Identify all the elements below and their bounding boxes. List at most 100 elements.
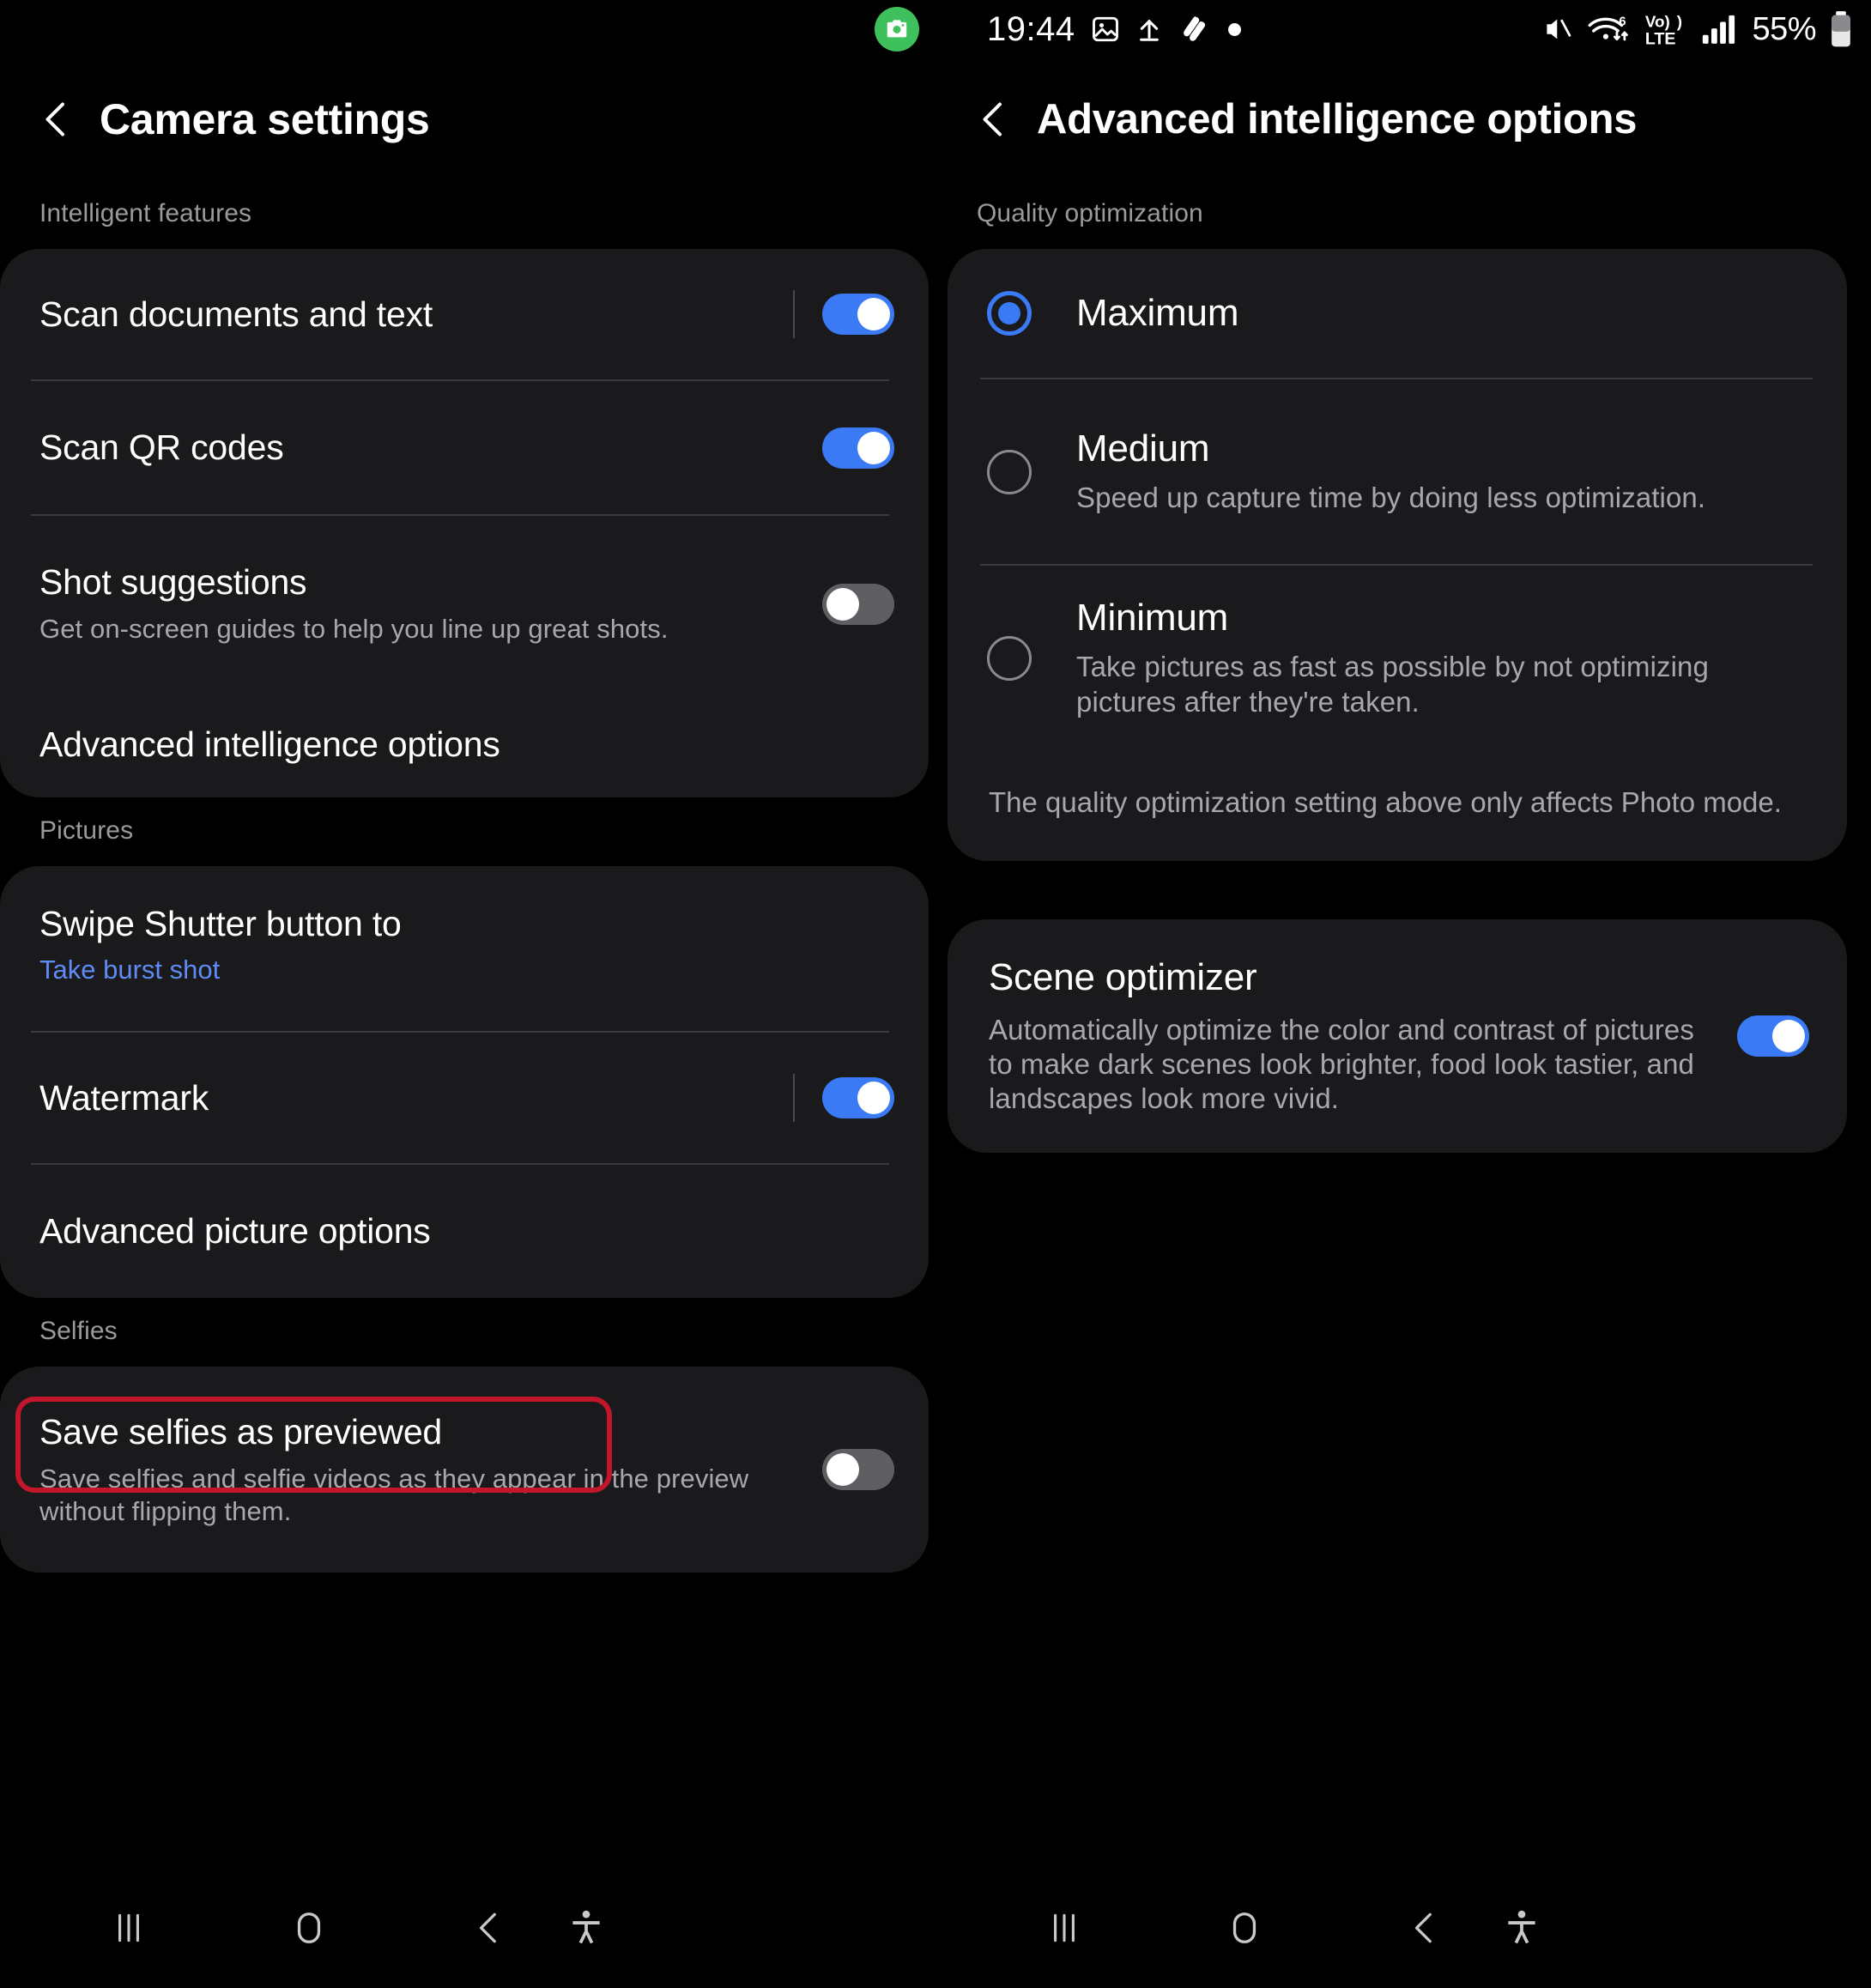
status-bar-right: 6 Vo) ) LTE 55%	[1541, 0, 1854, 58]
status-bar: 19:44 6 Vo)) LTE 55%	[0, 0, 1871, 58]
toggle-knob	[857, 298, 890, 330]
option-medium[interactable]: Medium Speed up capture time by doing le…	[948, 379, 1847, 564]
option-description: Take pictures as fast as possible by not…	[1076, 651, 1709, 718]
card-spacer	[936, 861, 1871, 919]
battery-icon	[1828, 10, 1854, 48]
row-scan-documents-and-text[interactable]: Scan documents and text	[0, 249, 929, 379]
toggle-scene-optimizer[interactable]	[1737, 1015, 1809, 1057]
option-minimum[interactable]: Minimum Take pictures as fast as possibl…	[948, 566, 1847, 750]
row-title: Save selfies as previewed	[39, 1411, 443, 1452]
right-app-bar: Advanced intelligence options	[936, 58, 1871, 180]
volte-line1: Vo)	[1645, 13, 1670, 31]
page-title: Camera settings	[100, 95, 430, 143]
svg-text:6: 6	[1620, 15, 1626, 28]
radio-minimum[interactable]	[987, 635, 1032, 681]
section-header-selfies: Selfies	[39, 1317, 118, 1345]
row-label-wrap: Advanced intelligence options	[39, 724, 894, 765]
row-value: Take burst shot	[39, 955, 221, 985]
radio-medium[interactable]	[987, 449, 1032, 494]
row-scan-qr-codes[interactable]: Scan QR codes	[0, 381, 929, 514]
row-shot-suggestions[interactable]: Shot suggestions Get on-screen guides to…	[0, 516, 929, 692]
back-chevron-icon[interactable]	[33, 95, 81, 143]
swirl-app-icon	[1178, 14, 1208, 45]
volte-line2: LTE	[1645, 29, 1676, 48]
row-label-wrap: Swipe Shutter button to Take burst shot	[39, 904, 894, 985]
image-icon	[1090, 14, 1121, 45]
left-app-bar: Camera settings	[0, 58, 936, 180]
row-label-wrap: Advanced picture options	[39, 1211, 894, 1252]
option-maximum[interactable]: Maximum	[948, 249, 1847, 378]
back-icon[interactable]	[468, 1906, 511, 1949]
row-label-wrap: Scene optimizer Automatically optimize t…	[989, 956, 1737, 1117]
toggle-shot-suggestions[interactable]	[822, 583, 894, 625]
row-title: Scan documents and text	[39, 294, 433, 334]
accessibility-icon[interactable]	[1500, 1906, 1543, 1949]
quality-optimization-footnote: The quality optimization setting above o…	[989, 786, 1782, 818]
left-panel-camera-settings: Camera settings Intelligent features Sca…	[0, 58, 936, 1868]
row-watermark[interactable]: Watermark	[0, 1033, 929, 1163]
back-chevron-icon[interactable]	[970, 95, 1018, 143]
row-subtitle: Automatically optimize the color and con…	[989, 1013, 1694, 1115]
toggle-knob	[827, 587, 859, 621]
row-advanced-picture-options[interactable]: Advanced picture options	[0, 1165, 929, 1298]
row-title: Shot suggestions	[39, 562, 307, 603]
section-header-pictures: Pictures	[39, 816, 134, 845]
toggle-watermark[interactable]	[822, 1077, 894, 1118]
row-title: Scan QR codes	[39, 427, 284, 467]
recents-icon[interactable]	[107, 1906, 150, 1949]
mute-icon	[1541, 14, 1575, 45]
home-icon[interactable]	[1223, 1906, 1266, 1949]
row-label-wrap: Medium Speed up capture time by doing le…	[1076, 427, 1813, 515]
home-icon[interactable]	[288, 1906, 330, 1949]
card-intelligent-features: Scan documents and text Scan QR codes Sh…	[0, 249, 929, 797]
radio-maximum[interactable]	[987, 291, 1032, 336]
volte-icon: Vo) ) LTE	[1644, 10, 1690, 48]
recents-icon[interactable]	[1043, 1906, 1086, 1949]
nav-bar-left	[0, 1868, 936, 1988]
row-scene-optimizer[interactable]: Scene optimizer Automatically optimize t…	[948, 919, 1847, 1153]
option-description: Speed up capture time by doing less opti…	[1076, 482, 1706, 514]
section-header-intelligent-features: Intelligent features	[39, 199, 252, 227]
toggle-knob	[827, 1453, 859, 1486]
battery-percent-label: 55%	[1752, 10, 1816, 47]
wifi6-icon: 6	[1587, 12, 1632, 46]
section-header-quality-optimization: Quality optimization	[977, 199, 1203, 227]
card-selfies: Save selfies as previewed Save selfies a…	[0, 1367, 929, 1573]
toggle-knob	[857, 431, 890, 464]
upload-icon	[1135, 14, 1163, 45]
back-icon[interactable]	[1403, 1906, 1446, 1949]
status-bar-left: 19:44	[987, 0, 1241, 58]
option-label: Medium	[1076, 427, 1210, 470]
row-title: Swipe Shutter button to	[39, 904, 402, 943]
card-quality-optimization: Maximum Medium Speed up capture time by …	[948, 249, 1847, 861]
toggle-save-selfies-as-previewed[interactable]	[822, 1449, 894, 1490]
navigation-bar	[0, 1868, 1871, 1988]
row-title: Scene optimizer	[989, 955, 1257, 998]
right-panel-advanced-intelligence-options: Advanced intelligence options Quality op…	[936, 58, 1871, 1868]
row-label-wrap: Save selfies as previewed Save selfies a…	[39, 1412, 822, 1528]
phone-screenshot: 19:44 6 Vo)) LTE 55% Camera settings In…	[0, 0, 1871, 1988]
accessibility-icon[interactable]	[565, 1906, 608, 1949]
row-label-wrap: Maximum	[1076, 292, 1813, 335]
toggle-knob	[1772, 1019, 1805, 1052]
row-advanced-intelligence-options[interactable]: Advanced intelligence options	[0, 692, 929, 797]
toggle-scan-qr-codes[interactable]	[822, 427, 894, 469]
row-subtitle: Get on-screen guides to help you line up…	[39, 614, 669, 645]
row-label-wrap: Minimum Take pictures as fast as possibl…	[1076, 597, 1813, 719]
row-label-wrap: Scan documents and text	[39, 294, 793, 335]
row-label-wrap: Shot suggestions Get on-screen guides to…	[39, 562, 822, 645]
signal-bars-icon	[1702, 13, 1740, 45]
camera-active-icon	[875, 7, 919, 52]
row-save-selfies-as-previewed[interactable]: Save selfies as previewed Save selfies a…	[0, 1367, 929, 1573]
toggle-scan-documents-and-text[interactable]	[822, 294, 894, 335]
toggle-knob	[857, 1082, 890, 1114]
row-title: Advanced picture options	[39, 1211, 431, 1251]
card-pictures: Swipe Shutter button to Take burst shot …	[0, 866, 929, 1298]
row-title: Advanced intelligence options	[39, 724, 500, 764]
row-swipe-shutter-button-to[interactable]: Swipe Shutter button to Take burst shot	[0, 866, 929, 1031]
row-label-wrap: Watermark	[39, 1078, 793, 1118]
option-label: Minimum	[1076, 597, 1229, 639]
row-title: Watermark	[39, 1077, 209, 1118]
page-title: Advanced intelligence options	[1037, 96, 1638, 142]
status-bar-clock: 19:44	[987, 9, 1075, 48]
